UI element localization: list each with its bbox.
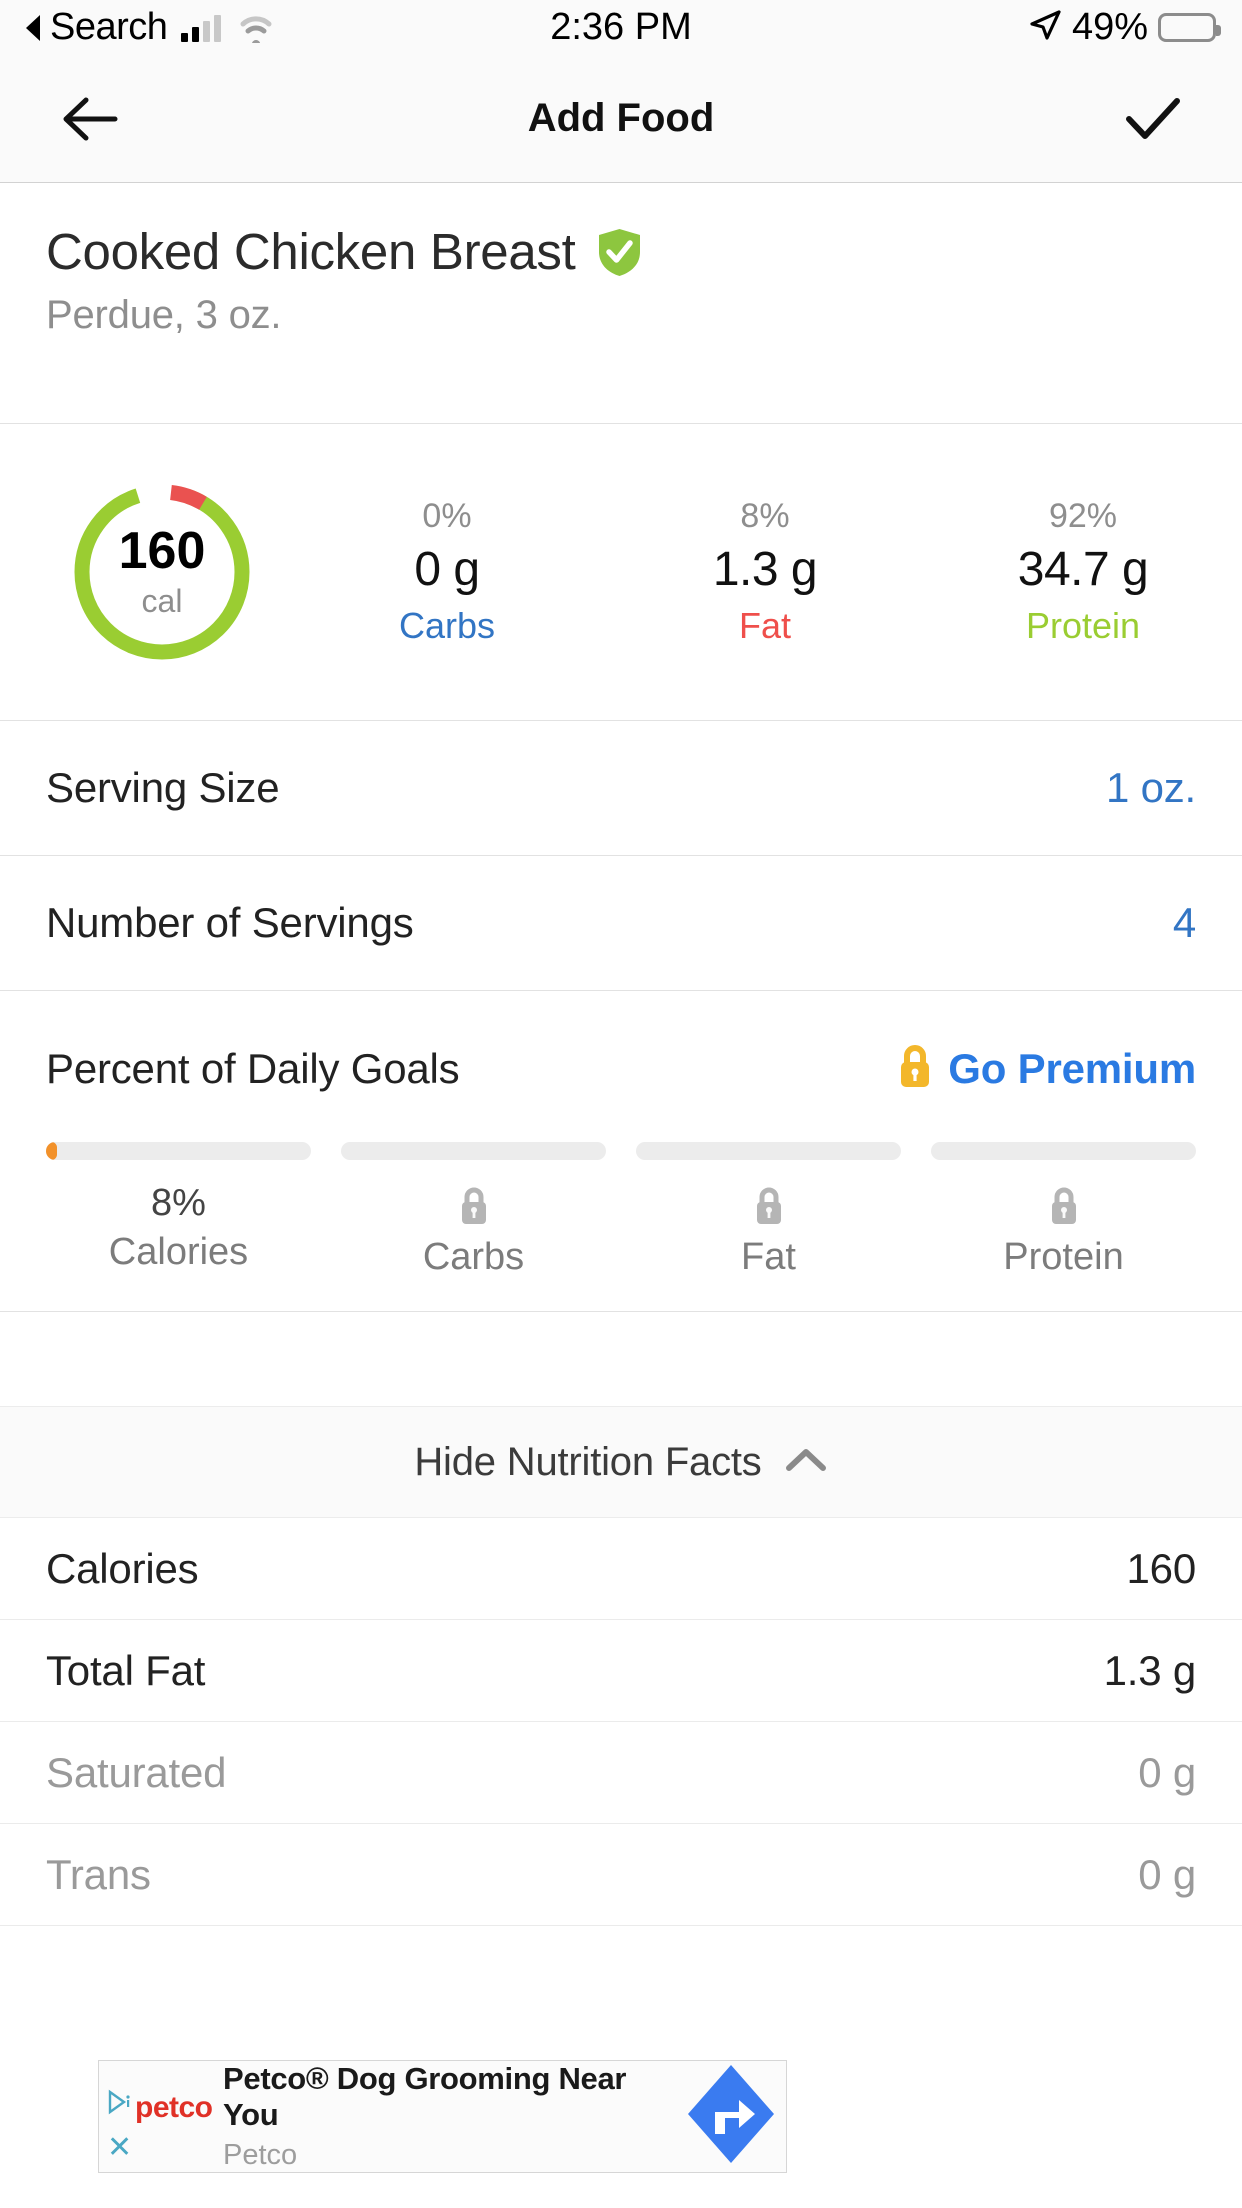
macro-protein: 92% 34.7 g Protein: [924, 497, 1242, 647]
goal-bar-track-carbs: [341, 1142, 606, 1160]
lock-icon: [931, 1182, 1196, 1230]
daily-goal-bars: 8% Calories Carbs: [46, 1142, 1196, 1279]
nutrition-row-saturated: Saturated 0 g: [0, 1722, 1242, 1824]
goal-name-carbs: Carbs: [341, 1236, 606, 1279]
battery-percent-label: 49%: [1072, 6, 1148, 49]
nutrition-label: Calories: [46, 1545, 198, 1593]
goal-name-fat: Fat: [636, 1236, 901, 1279]
goal-bar-protein[interactable]: Protein: [931, 1142, 1196, 1279]
goal-name-calories: Calories: [46, 1231, 311, 1274]
number-of-servings-row[interactable]: Number of Servings 4: [0, 856, 1242, 991]
page-title: Add Food: [0, 96, 1242, 141]
nutrition-label: Saturated: [46, 1749, 226, 1797]
goal-percent-calories: 8%: [46, 1182, 311, 1225]
serving-size-value[interactable]: 1 oz.: [1106, 764, 1196, 812]
ad-text-column: Petco® Dog Grooming Near You Petco: [207, 2061, 676, 2172]
go-premium-label: Go Premium: [948, 1045, 1196, 1093]
food-title-row: Cooked Chicken Breast: [46, 184, 1196, 281]
ad-close-button[interactable]: ✕: [107, 2133, 132, 2163]
ad-left-column: ✕ petco: [99, 2061, 207, 2172]
calorie-ring-chart: 160 cal: [69, 479, 255, 665]
goal-name-protein: Protein: [931, 1236, 1196, 1279]
hide-nutrition-facts-toggle[interactable]: Hide Nutrition Facts: [0, 1406, 1242, 1518]
nutrition-value: 0 g: [1138, 1851, 1196, 1899]
daily-goals-header: Percent of Daily Goals Go Premium: [46, 991, 1196, 1094]
macro-protein-value: 34.7 g: [924, 542, 1242, 597]
nutrition-label: Trans: [46, 1851, 151, 1899]
nutrition-value: 160: [1127, 1545, 1196, 1593]
confirm-button[interactable]: [1118, 84, 1188, 154]
status-bar: Search 2:36 PM 49%: [0, 0, 1242, 55]
goal-cap-calories: 8% Calories: [46, 1182, 311, 1274]
nutrition-row-total-fat: Total Fat 1.3 g: [0, 1620, 1242, 1722]
macro-carbs-value: 0 g: [288, 542, 606, 597]
go-premium-button[interactable]: Go Premium: [896, 1043, 1196, 1094]
macro-fat: 8% 1.3 g Fat: [606, 497, 924, 647]
nutrition-label: Total Fat: [46, 1647, 205, 1695]
hide-nutrition-facts-label: Hide Nutrition Facts: [414, 1440, 761, 1485]
calorie-ring-wrapper: 160 cal: [36, 479, 288, 665]
status-bar-left: Search: [26, 6, 275, 49]
macro-fat-label: Fat: [606, 605, 924, 647]
food-name: Cooked Chicken Breast: [46, 222, 575, 281]
macro-carbs: 0% 0 g Carbs: [288, 497, 606, 647]
status-back-app-label[interactable]: Search: [50, 6, 167, 49]
serving-size-label: Serving Size: [46, 764, 279, 812]
calorie-ring-center: 160 cal: [69, 479, 255, 665]
goal-bar-track-protein: [931, 1142, 1196, 1160]
food-subtitle: Perdue, 3 oz.: [46, 293, 1196, 338]
goal-bar-calories: 8% Calories: [46, 1142, 311, 1279]
nutrition-value: 1.3 g: [1104, 1647, 1196, 1695]
goal-cap-fat: Fat: [636, 1182, 901, 1279]
calorie-unit-label: cal: [142, 583, 183, 620]
goal-bar-fat[interactable]: Fat: [636, 1142, 901, 1279]
goal-bar-track-calories: [46, 1142, 311, 1160]
goal-bar-carbs[interactable]: Carbs: [341, 1142, 606, 1279]
ad-banner[interactable]: ✕ petco Petco® Dog Grooming Near You Pet…: [98, 2060, 787, 2173]
ad-headline[interactable]: Petco® Dog Grooming Near You: [223, 2061, 676, 2133]
directions-arrow-icon: [685, 2062, 777, 2171]
adchoices-icon[interactable]: [107, 2089, 133, 2115]
macro-carbs-percent: 0%: [288, 497, 606, 536]
section-spacer: [0, 1312, 1242, 1406]
nutrition-value: 0 g: [1138, 1749, 1196, 1797]
macro-protein-label: Protein: [924, 605, 1242, 647]
macro-list: 0% 0 g Carbs 8% 1.3 g Fat 92% 34.7 g Pro…: [288, 497, 1242, 647]
daily-goals-title: Percent of Daily Goals: [46, 1045, 459, 1093]
status-bar-right: 49%: [1028, 6, 1216, 49]
serving-size-row[interactable]: Serving Size 1 oz.: [0, 721, 1242, 856]
ad-cta[interactable]: [676, 2062, 786, 2171]
macro-protein-percent: 92%: [924, 497, 1242, 536]
goal-cap-protein: Protein: [931, 1182, 1196, 1279]
lock-icon: [636, 1182, 901, 1230]
macro-summary-section: 160 cal 0% 0 g Carbs 8% 1.3 g Fat 92% 34…: [0, 423, 1242, 721]
back-button[interactable]: [54, 84, 124, 154]
calorie-value: 160: [119, 525, 206, 577]
goal-bar-track-fat: [636, 1142, 901, 1160]
ad-brand-logo: petco: [135, 2091, 213, 2125]
cellular-signal-icon: [181, 14, 221, 42]
location-arrow-icon: [1028, 8, 1062, 47]
wifi-icon: [237, 13, 275, 43]
nutrition-row-calories: Calories 160: [0, 1518, 1242, 1620]
number-of-servings-label: Number of Servings: [46, 899, 414, 947]
battery-icon: [1158, 13, 1216, 42]
navigation-bar: Add Food: [0, 55, 1242, 183]
macro-fat-percent: 8%: [606, 497, 924, 536]
verified-shield-icon: [597, 227, 642, 277]
chevron-up-icon: [784, 1446, 828, 1479]
back-triangle-icon[interactable]: [26, 15, 40, 41]
food-header: Cooked Chicken Breast Perdue, 3 oz.: [0, 184, 1242, 320]
macro-fat-value: 1.3 g: [606, 542, 924, 597]
ad-advertiser: Petco: [223, 2139, 676, 2172]
nutrition-row-trans: Trans 0 g: [0, 1824, 1242, 1926]
lock-icon: [896, 1043, 934, 1094]
goal-cap-carbs: Carbs: [341, 1182, 606, 1279]
macro-carbs-label: Carbs: [288, 605, 606, 647]
percent-of-daily-goals-section: Percent of Daily Goals Go Premium 8%: [0, 991, 1242, 1312]
lock-icon: [341, 1182, 606, 1230]
app-screen: Search 2:36 PM 49% Add Food: [0, 0, 1242, 2208]
number-of-servings-value[interactable]: 4: [1173, 899, 1196, 947]
